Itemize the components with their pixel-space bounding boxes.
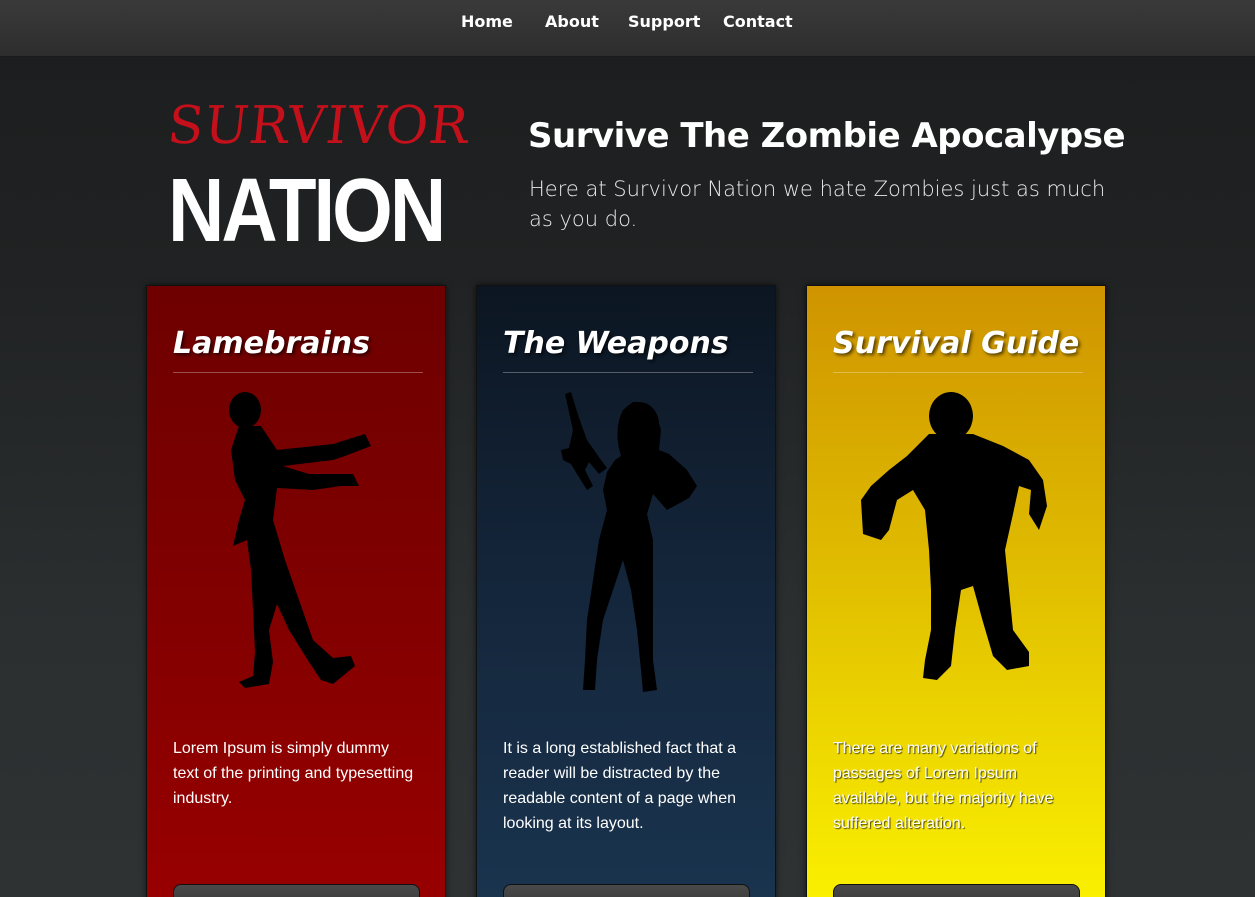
- nav-home-link[interactable]: Home: [461, 12, 513, 31]
- card-title: Survival Guide: [833, 326, 1080, 361]
- card-text: It is a long established fact that a rea…: [503, 740, 737, 832]
- card-title: The Weapons: [503, 326, 729, 361]
- woman-with-rifle-silhouette-icon: [561, 392, 697, 692]
- logo-nation-text: NATION: [168, 159, 446, 261]
- hero-subtitle: Here at Survivor Nation we hate Zombies …: [529, 177, 1106, 231]
- top-navigation: Home About Support Contact: [0, 0, 1255, 57]
- nav-contact-link[interactable]: Contact: [723, 12, 793, 31]
- card-text: Lorem Ipsum is simply dummy text of the …: [173, 740, 414, 807]
- nav-about-link[interactable]: About: [545, 12, 599, 31]
- hero-title: Survive The Zombie Apocalypse: [528, 116, 1126, 156]
- card-text: There are many variations of passages of…: [833, 740, 1054, 832]
- logo-survivor-text: SURVIVOR: [164, 96, 473, 156]
- card-divider: [173, 372, 423, 373]
- card-read-more-button[interactable]: [173, 884, 420, 897]
- card-divider: [833, 372, 1083, 373]
- card-survival-guide: Survival Guide There are many variations…: [806, 285, 1106, 897]
- nav-support-link[interactable]: Support: [628, 12, 700, 31]
- card-divider: [503, 372, 753, 373]
- card-the-weapons: The Weapons It is a long established fac…: [476, 285, 776, 897]
- walking-zombie-silhouette-icon: [229, 392, 371, 688]
- site-logo[interactable]: SURVIVOR NATION: [164, 96, 473, 260]
- card-read-more-button[interactable]: [503, 884, 750, 897]
- card-title: Lamebrains: [173, 326, 370, 361]
- ragged-zombie-silhouette-icon: [861, 392, 1047, 680]
- card-lamebrains: Lamebrains Lorem Ipsum is simply dummy t…: [146, 285, 446, 897]
- card-read-more-button[interactable]: [833, 884, 1080, 897]
